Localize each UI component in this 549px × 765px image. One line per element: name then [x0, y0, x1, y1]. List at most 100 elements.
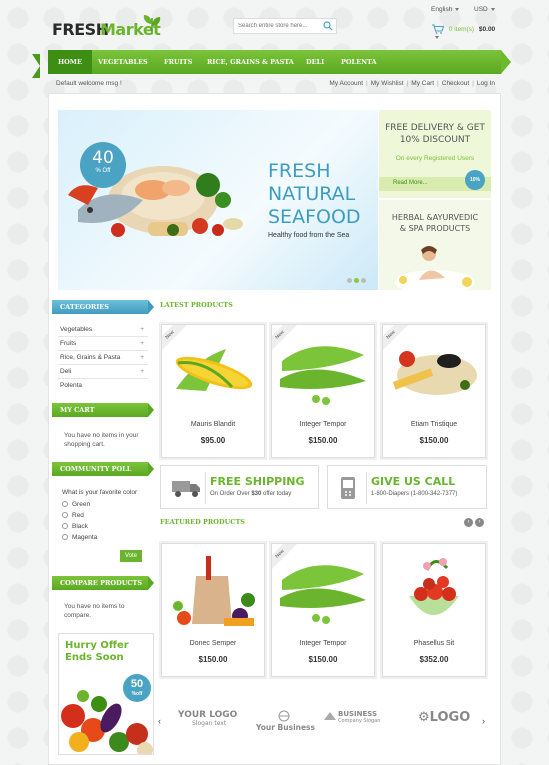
link-my-cart[interactable]: My Cart [411, 80, 434, 87]
category-item-polenta[interactable]: Polenta [60, 382, 144, 389]
compare-empty-text: You have no items to compare. [64, 602, 124, 620]
divider [58, 378, 148, 379]
product-card[interactable]: New Etiam Tristique $150.00 [382, 324, 486, 458]
category-label: Deli [60, 368, 72, 375]
herbal-spa-title-line: HERBAL &AYURVEDIC [391, 213, 479, 222]
shipping-text-pre: On Order Over [210, 491, 252, 497]
search-input[interactable] [234, 19, 320, 33]
product-price: $95.00 [200, 436, 226, 445]
welcome-message: Default welcome msg ! [56, 80, 122, 87]
slider-dot-active[interactable] [354, 278, 359, 283]
poll-option-green[interactable]: Green [62, 501, 90, 508]
vote-button[interactable]: Vote [120, 550, 142, 562]
slider-dot[interactable] [347, 278, 352, 283]
radio-button[interactable] [62, 512, 68, 519]
category-label: Polenta [60, 382, 83, 389]
divider [58, 364, 148, 365]
link-log-in[interactable]: Log In [477, 80, 495, 87]
category-item-deli[interactable]: Deli + [60, 368, 144, 375]
product-card[interactable]: Donec Semper $150.00 [161, 543, 265, 677]
herbal-spa-title: HERBAL &AYURVEDIC & SPA PRODUCTS [379, 212, 491, 234]
chevron-left-icon[interactable]: ‹ [158, 716, 161, 726]
gear-logo-icon: ⚙ [418, 710, 430, 725]
category-item-vegetables[interactable]: Vegetables + [60, 326, 144, 333]
currency-select[interactable]: USD [474, 6, 495, 13]
herbal-spa-banner[interactable]: HERBAL &AYURVEDIC & SPA PRODUCTS [379, 200, 491, 290]
link-separator: | [366, 80, 368, 87]
plus-icon[interactable]: + [140, 354, 144, 361]
nav-item-rice-grains-pasta[interactable]: RICE, GRAINS & PASTA [207, 50, 294, 74]
brand-logo[interactable]: BUSINESS Company Slogan [324, 710, 380, 724]
free-delivery-banner[interactable]: FREE DELIVERY & GET 10% DISCOUNT On ever… [379, 110, 491, 198]
brand-logo[interactable]: Your Business [256, 710, 315, 732]
language-value: English [431, 6, 453, 13]
main-nav: HOME VEGETABLES FRUITS RICE, GRAINS & PA… [32, 50, 511, 78]
chevron-left-icon[interactable]: ‹ [464, 518, 473, 527]
hurry-offer-banner[interactable]: Hurry Offer Ends Soon 50 %off [58, 633, 154, 755]
plus-icon[interactable]: + [140, 368, 144, 375]
header-cart[interactable]: 0 item(s) $0.00 [432, 24, 501, 41]
globe-icon [278, 710, 290, 722]
brand-carousel: ‹ YOUR LOGO Slogan text Your Business BU… [156, 706, 496, 734]
link-checkout[interactable]: Checkout [442, 80, 469, 87]
link-my-account[interactable]: My Account [329, 80, 363, 87]
compare-products-heading: COMPARE PRODUCTS [52, 576, 154, 590]
my-cart-heading: MY CART [52, 403, 154, 417]
nav-item-fruits[interactable]: FRUITS [164, 50, 192, 74]
radio-button[interactable] [62, 534, 68, 541]
search-icon[interactable] [323, 21, 333, 31]
poll-option-magenta[interactable]: Magenta [62, 534, 97, 541]
brand-logo[interactable]: ⚙LOGO [418, 710, 470, 725]
brand-name: YOUR LOGO [178, 710, 238, 720]
product-name[interactable]: Phasellus Sit [383, 640, 485, 647]
category-label: Fruits [60, 340, 77, 347]
product-card[interactable]: New Integer Tempor $150.00 [271, 324, 375, 458]
free-delivery-title-line: 10% DISCOUNT [399, 135, 471, 145]
nav-item-deli[interactable]: DELI [306, 50, 324, 74]
link-my-wishlist[interactable]: My Wishlist [371, 80, 404, 87]
divider [58, 336, 148, 337]
give-us-call-promo[interactable]: GIVE US CALL 1-800-Diapers (1-800-342-73… [327, 465, 487, 509]
nav-ribbon-right [501, 50, 511, 74]
nav-item-vegetables[interactable]: VEGETABLES [98, 50, 148, 74]
hero-headline-line: FRESH [268, 160, 331, 182]
site-logo[interactable]: FRESH Market [52, 14, 172, 44]
search-box [233, 18, 337, 34]
radio-button[interactable] [62, 523, 68, 530]
product-name[interactable]: Integer Tempor [272, 640, 374, 647]
free-shipping-promo[interactable]: FREE SHIPPING On Order Over $30 offer to… [160, 465, 319, 509]
plus-icon[interactable]: + [140, 326, 144, 333]
nav-item-home[interactable]: HOME [48, 50, 92, 74]
category-item-fruits[interactable]: Fruits + [60, 340, 144, 347]
brand-name: LOGO [429, 710, 471, 725]
brand-logo[interactable]: YOUR LOGO Slogan text [178, 710, 237, 727]
cart-total: $0.00 [478, 25, 496, 33]
product-card[interactable]: New Integer Tempor $150.00 [271, 543, 375, 677]
phone-icon [341, 477, 355, 499]
read-more-link[interactable]: Read More... [393, 180, 428, 186]
hero-slider[interactable]: 40 % Off FRESH NATURAL SEAFOOD Healthy f… [58, 110, 378, 290]
product-card[interactable]: New Mauris Blandit $95.00 [161, 324, 265, 458]
product-card[interactable]: Phasellus Sit $352.00 [382, 543, 486, 677]
nav-item-polenta[interactable]: POLENTA [341, 50, 377, 74]
product-name[interactable]: Mauris Blandit [162, 421, 264, 428]
product-price: $150.00 [308, 655, 338, 664]
poll-option-red[interactable]: Red [62, 512, 84, 519]
poll-option-black[interactable]: Black [62, 523, 88, 530]
divider [366, 472, 367, 504]
category-item-rice-grains-pasta[interactable]: Rice, Grains & Pasta + [60, 354, 144, 361]
product-name[interactable]: Donec Semper [162, 640, 264, 647]
poll-option-label: Black [72, 523, 88, 530]
discount-badge-small: 10% [465, 170, 485, 190]
categories-heading: CATEGORIES [52, 300, 154, 314]
radio-button[interactable] [62, 501, 68, 508]
language-select[interactable]: English [431, 6, 460, 13]
poll-option-label: Red [72, 512, 84, 519]
slider-dot[interactable] [361, 278, 366, 283]
category-label: Rice, Grains & Pasta [60, 354, 121, 361]
product-name[interactable]: Etiam Tristique [383, 421, 485, 428]
product-name[interactable]: Integer Tempor [272, 421, 374, 428]
chevron-right-icon[interactable]: › [475, 518, 484, 527]
plus-icon[interactable]: + [140, 340, 144, 347]
chevron-right-icon[interactable]: › [482, 716, 485, 726]
